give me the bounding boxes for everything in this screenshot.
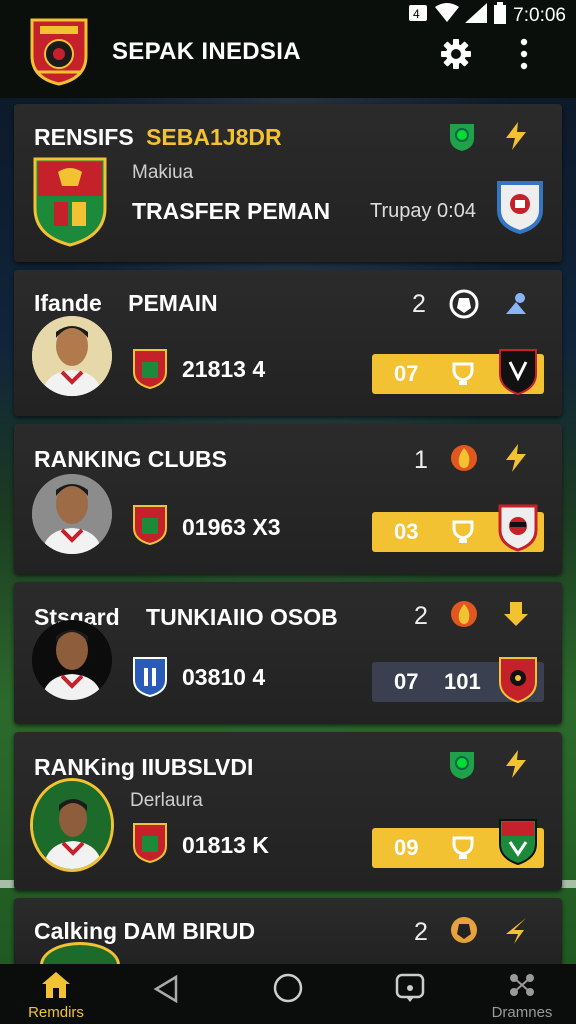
card-meta: Trupay 0:04 <box>370 200 476 222</box>
club-mini-crest <box>132 348 168 390</box>
score-value: 07 <box>394 669 419 694</box>
card-count: 2 <box>414 918 428 946</box>
card-count: 1 <box>414 446 428 474</box>
player-avatar <box>32 620 112 700</box>
flame-icon <box>448 442 480 474</box>
home-icon <box>42 972 70 998</box>
club-crest-badge <box>32 156 108 248</box>
score-value: 03 <box>394 519 419 544</box>
player-avatar <box>30 778 114 872</box>
nav-home[interactable]: Remdirs <box>14 964 98 1024</box>
ranking-clubs-card[interactable]: RANKING CLUBS 1 01963 X3 03 <box>14 424 562 574</box>
club-stat: 01963 X3 <box>182 514 281 540</box>
more-menu-icon[interactable] <box>512 36 536 72</box>
network-icon <box>510 974 534 996</box>
flame-icon <box>448 598 480 630</box>
club-mini-crest <box>132 656 168 698</box>
card-title: RANKING CLUBS <box>34 446 227 472</box>
person-icon <box>500 288 532 320</box>
app-title: SEPAK INEDSIA <box>112 38 301 65</box>
standings-card[interactable]: Stsgard TUNKIAIIO OSOB 2 03810 4 07 101 <box>14 582 562 724</box>
card-count: 2 <box>414 602 428 630</box>
player-avatar <box>32 316 112 396</box>
card-title-secondary: TUNKIAIIO OSOB <box>146 604 338 630</box>
nav-messages[interactable] <box>388 964 432 1024</box>
nav-home-circle[interactable] <box>268 964 308 1024</box>
club-logo <box>28 16 90 86</box>
nav-games-label: Dramnes <box>491 1004 553 1021</box>
card-title-secondary: SEBA1J8DR <box>146 124 282 150</box>
card-title-primary: Ifande <box>34 290 102 316</box>
card-main-text: TRASFER PEMAN <box>132 198 331 224</box>
status-time: 7:0:06 <box>513 5 566 26</box>
card-title-primary: RENSIFS <box>34 124 134 150</box>
settings-gear-icon[interactable] <box>440 38 472 70</box>
player-card[interactable]: Ifande PEMAIN 2 21813 4 07 <box>14 270 562 416</box>
nav-home-label: Remdirs <box>28 1004 84 1021</box>
back-triangle-icon <box>153 974 178 1004</box>
app-bar: SEPAK INEDSIA <box>0 18 576 98</box>
pitch-line <box>560 880 576 888</box>
card-title: Calking DAM BIRUD <box>34 918 256 944</box>
player-avatar <box>40 942 120 964</box>
card-title: Ifande PEMAIN <box>34 290 218 317</box>
svg-text:4: 4 <box>413 7 420 21</box>
trophy-icon <box>450 362 476 391</box>
opponent-crest-badge <box>498 818 538 866</box>
soccer-ball-icon <box>448 288 480 320</box>
standings-stat: 03810 4 <box>182 664 266 690</box>
card-subtitle: Derlaura <box>130 790 203 811</box>
score-value-secondary: 101 <box>444 669 481 694</box>
soccer-ball-icon <box>448 914 480 946</box>
opponent-crest-badge <box>498 504 538 552</box>
opponent-crest-badge <box>496 180 544 235</box>
podium-icon <box>500 598 532 630</box>
score-value: 07 <box>394 361 419 386</box>
nav-back[interactable] <box>146 964 186 1024</box>
green-shield-icon <box>446 748 478 780</box>
card-title: RENSIFS SEBA1J8DR <box>34 124 282 151</box>
bottom-navigation: Remdirs Dramnes <box>0 964 576 1024</box>
club-mini-crest <box>132 822 168 864</box>
card-count: 2 <box>412 290 426 318</box>
lightning-icon <box>500 748 532 780</box>
player-stat: 21813 4 <box>182 356 266 382</box>
trophy-icon <box>450 836 476 865</box>
home-circle-icon <box>273 973 303 1003</box>
card-title-secondary: PEMAIN <box>128 290 218 316</box>
score-value: 09 <box>394 835 419 860</box>
lightning-icon <box>500 442 532 474</box>
ranking-stat: 01813 K <box>182 832 269 858</box>
card-subtitle: Makiua <box>132 162 194 183</box>
trophy-icon <box>450 520 476 549</box>
card-title: RANKing IIUBSLVDI <box>34 754 254 780</box>
ranking-card[interactable]: RANKing IIUBSLVDI Derlaura 01813 K 09 <box>14 732 562 890</box>
club-mini-crest <box>132 504 168 546</box>
lightning-icon <box>500 914 532 946</box>
transfer-card[interactable]: RENSIFS SEBA1J8DR Makiua TRASFER PEMAN T… <box>14 104 562 262</box>
chat-icon <box>395 973 425 1002</box>
ranking-card-partial[interactable]: Calking DAM BIRUD 2 <box>14 898 562 964</box>
lightning-icon <box>500 120 532 152</box>
opponent-crest-badge <box>498 348 538 396</box>
player-avatar <box>32 474 112 554</box>
green-shield-icon <box>446 120 478 152</box>
opponent-crest-badge <box>498 656 538 704</box>
nav-games[interactable]: Dramnes <box>484 964 560 1024</box>
